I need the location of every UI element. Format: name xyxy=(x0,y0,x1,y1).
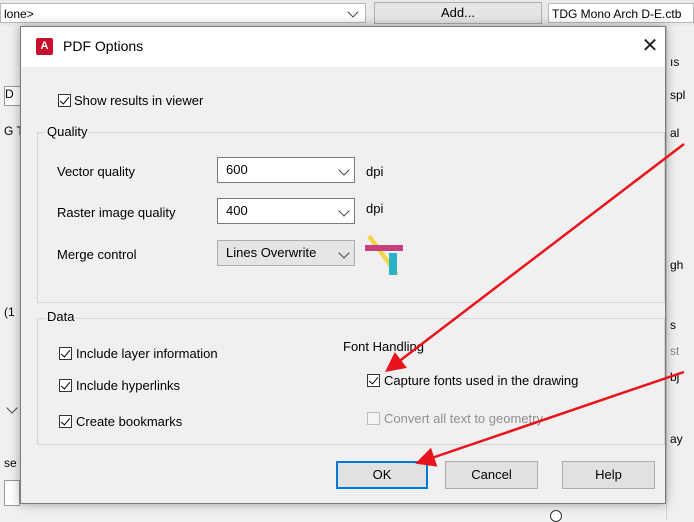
annotation-arrow xyxy=(415,370,685,467)
annotation-overlay xyxy=(385,143,685,467)
annotation-arrow xyxy=(385,143,685,373)
